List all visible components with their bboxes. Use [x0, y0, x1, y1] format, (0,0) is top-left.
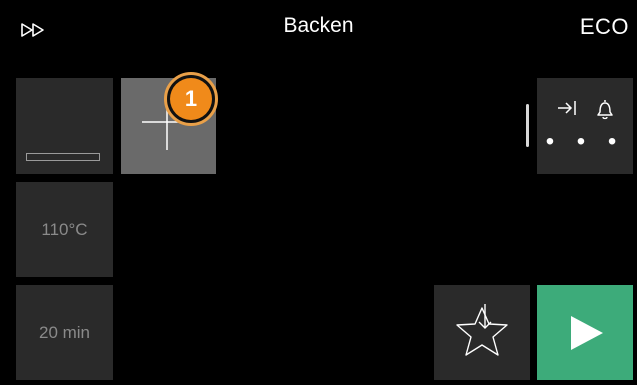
duration-value: 20 min: [38, 322, 91, 342]
step-count-badge: 1: [170, 78, 212, 120]
temperature-value: 110°C: [41, 219, 88, 239]
start-button[interactable]: [537, 285, 633, 380]
duration-tile[interactable]: 20 min: [16, 285, 113, 380]
more-dots-icon: • • •: [545, 128, 625, 155]
page-title: Backen: [283, 14, 354, 37]
star-download-icon: [456, 304, 508, 356]
options-tile[interactable]: • • •: [537, 78, 633, 174]
tray-level-tile[interactable]: [16, 78, 113, 174]
tray-icon: [26, 153, 100, 161]
bell-icon: [597, 100, 613, 120]
temperature-tile[interactable]: 110°C: [16, 182, 113, 277]
scroll-indicator[interactable]: [526, 104, 529, 147]
save-favorite-button[interactable]: [434, 285, 530, 380]
skip-to-end-icon: [558, 101, 576, 115]
eco-mode-button[interactable]: ECO: [580, 14, 629, 40]
play-icon: [571, 316, 603, 350]
